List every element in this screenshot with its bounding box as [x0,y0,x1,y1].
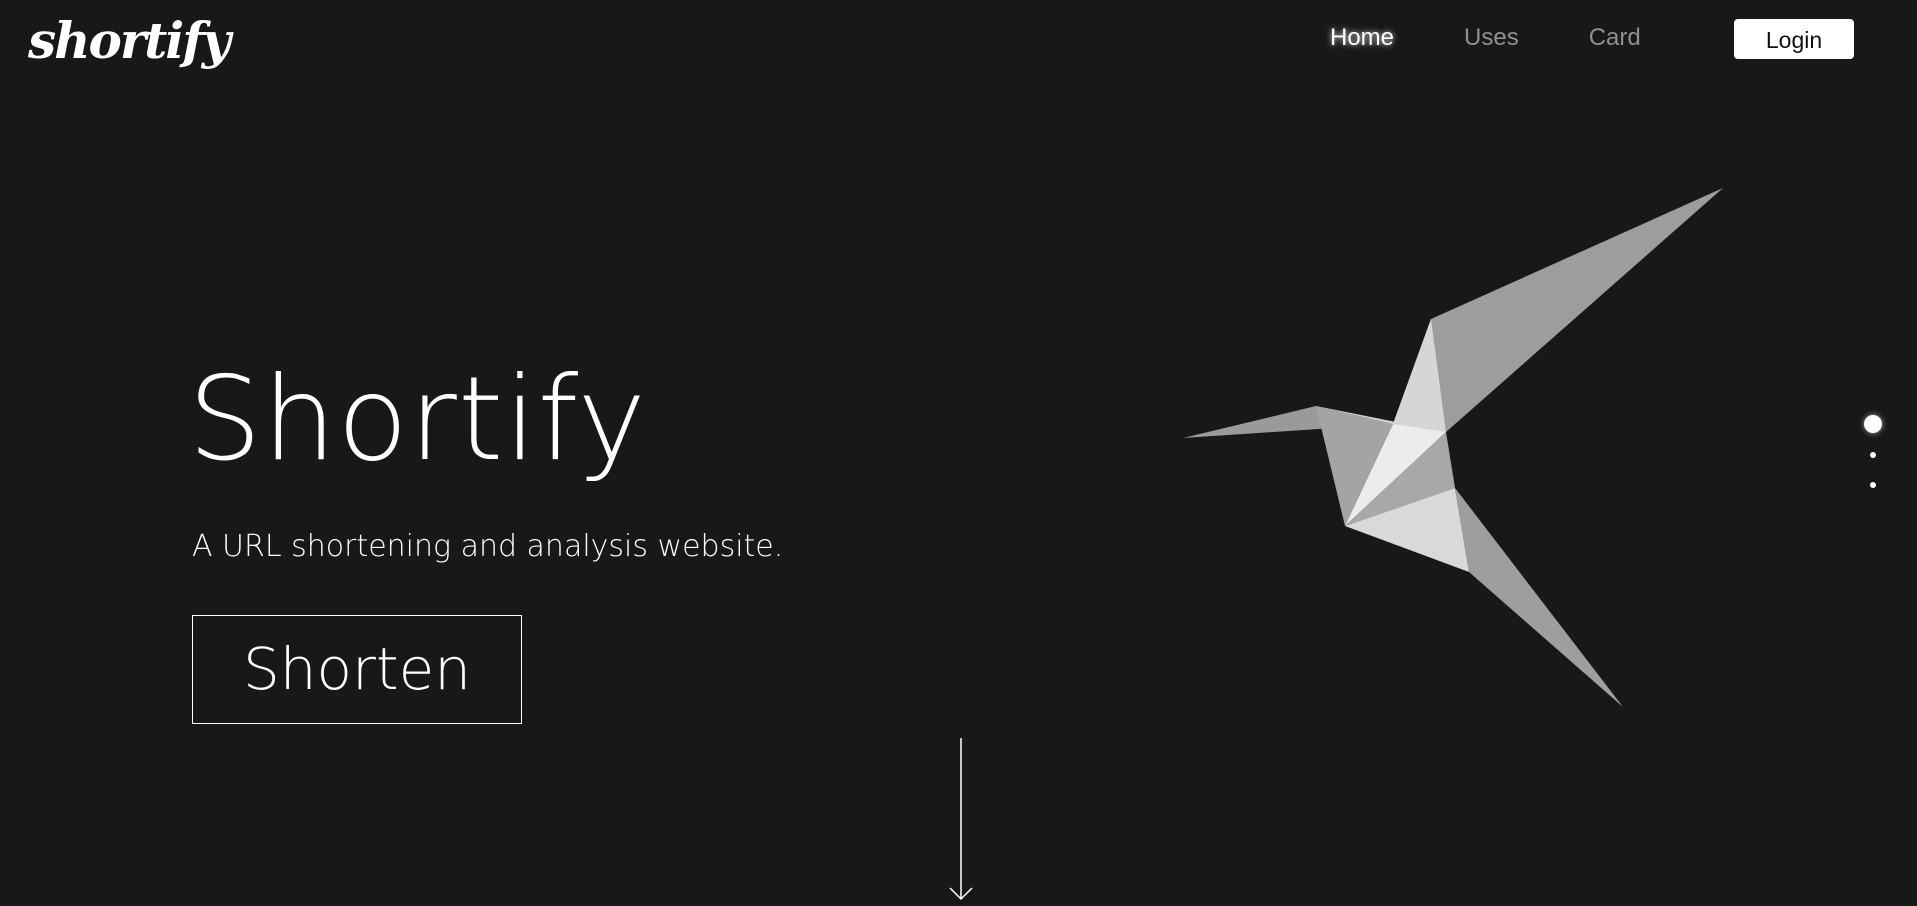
page: shortify Home Uses Card Login Shortify A… [0,0,1917,906]
logo[interactable]: shortify [28,6,231,76]
nav-home[interactable]: Home [1330,24,1394,52]
nav-card[interactable]: Card [1589,24,1641,52]
origami-bird-illustration [1183,188,1723,707]
shorten-button[interactable]: Shorten [192,615,522,724]
pagination-dot-1[interactable] [1864,415,1882,433]
arrow-down-icon[interactable] [948,738,974,902]
hero-subtitle: A URL shortening and analysis website. [192,529,784,564]
main-nav: Home Uses Card [1330,18,1711,58]
section-pagination [1862,412,1884,492]
nav-uses[interactable]: Uses [1464,24,1519,52]
login-button[interactable]: Login [1734,19,1854,59]
pagination-dot-2[interactable] [1870,452,1876,458]
bird-tail [1455,488,1623,707]
pagination-dot-3[interactable] [1870,482,1876,488]
bird-upper-wing [1431,188,1723,432]
hero-title: Shortify [188,352,647,487]
